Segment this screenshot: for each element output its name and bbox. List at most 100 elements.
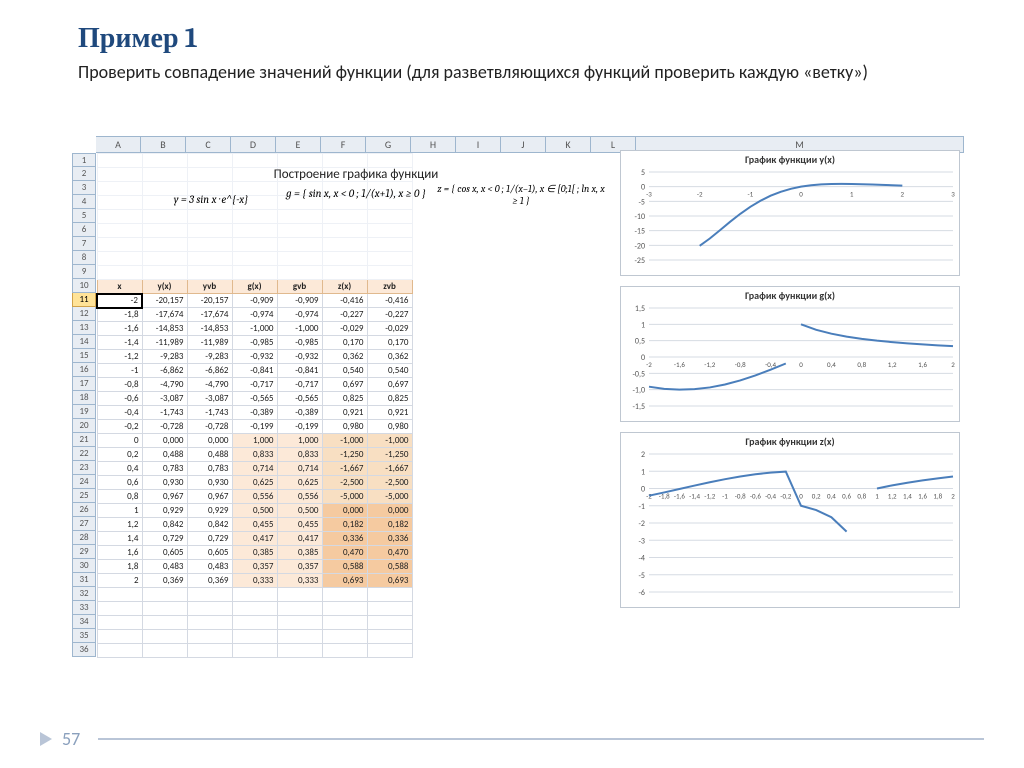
chart-z-panel[interactable]: График функции z(x) 210-1-2-3-4-5-6-2-1,… [620,432,960,608]
row-28[interactable]: 28 [72,531,96,545]
table-row[interactable]: -1,6-14,853-14,853-1,000-1,000-0,029-0,0… [97,322,412,336]
svg-text:1: 1 [641,467,645,477]
table-row[interactable]: -1-6,862-6,862-0,841-0,8410,5400,540 [97,364,412,378]
row-1[interactable]: 1 [72,153,96,167]
table-row[interactable]: -1,8-17,674-17,674-0,974-0,974-0,227-0,2… [97,308,412,322]
row-29[interactable]: 29 [72,545,96,559]
data-table[interactable]: xy(x)yvbg(x)gvbz(x)zvb-2-20,157-20,157-0… [96,153,413,658]
table-row[interactable]: -1,4-11,989-11,989-0,985-0,9850,1700,170 [97,336,412,350]
row-16[interactable]: 16 [72,363,96,377]
table-row[interactable]: -0,4-1,743-1,743-0,389-0,3890,9210,921 [97,406,412,420]
table-row[interactable]: -1,2-9,283-9,283-0,932-0,9320,3620,362 [97,350,412,364]
table-header[interactable]: zvb [367,280,412,294]
col-C[interactable]: C [186,136,231,153]
excel-screenshot: A B C D E F G H I J K L M 12345678910111… [72,136,964,708]
col-K[interactable]: K [546,136,591,153]
row-32[interactable]: 32 [72,587,96,601]
col-G[interactable]: G [366,136,411,153]
col-I[interactable]: I [456,136,501,153]
col-F[interactable]: F [321,136,366,153]
svg-text:-4: -4 [638,554,645,564]
row-22[interactable]: 22 [72,447,96,461]
table-row[interactable]: 0,20,4880,4880,8330,833-1,250-1,250 [97,448,412,462]
svg-text:0: 0 [641,485,645,495]
svg-text:-1,2: -1,2 [704,360,715,369]
table-row[interactable]: -0,8-4,790-4,790-0,717-0,7170,6970,697 [97,378,412,392]
table-row[interactable]: 10,9290,9290,5000,5000,0000,000 [97,504,412,518]
svg-text:-1,6: -1,6 [674,360,685,369]
row-18[interactable]: 18 [72,391,96,405]
table-row[interactable]: 1,20,8420,8420,4550,4550,1820,182 [97,518,412,532]
table-row[interactable]: -0,6-3,087-3,087-0,565-0,5650,8250,825 [97,392,412,406]
svg-text:-1: -1 [747,190,753,199]
svg-text:1: 1 [850,190,854,199]
row-3[interactable]: 3 [72,181,96,195]
table-row[interactable]: -0,2-0,728-0,728-0,199-0,1990,9800,980 [97,420,412,434]
svg-text:1,8: 1,8 [933,492,942,501]
row-23[interactable]: 23 [72,461,96,475]
table-row[interactable]: 1,40,7290,7290,4170,4170,3360,336 [97,532,412,546]
table-header[interactable]: y(x) [142,280,187,294]
row-17[interactable]: 17 [72,377,96,391]
col-B[interactable]: B [141,136,186,153]
svg-text:1,6: 1,6 [918,492,927,501]
row-11[interactable]: 11 [72,293,96,307]
row-14[interactable]: 14 [72,335,96,349]
row-6[interactable]: 6 [72,223,96,237]
svg-text:-5: -5 [638,197,645,207]
row-20[interactable]: 20 [72,419,96,433]
table-row[interactable]: 0,80,9670,9670,5560,556-5,000-5,000 [97,490,412,504]
row-5[interactable]: 5 [72,209,96,223]
row-27[interactable]: 27 [72,517,96,531]
row-4[interactable]: 4 [72,195,96,209]
chart-g: 1,510,50-0,5-1,0-1,5-2-1,6-1,2-0,8-0,400… [621,304,961,422]
chart-y-panel[interactable]: График функции y(x) 50-5-10-15-20-25-3-2… [620,150,960,276]
svg-text:0,5: 0,5 [635,337,645,347]
svg-text:1: 1 [641,320,645,330]
table-row[interactable]: 20,3690,3690,3330,3330,6930,693 [97,574,412,588]
formula-z: z = { cos x, x < 0 ; 1/(x−1), x ∈ [0;1[ … [436,183,606,207]
table-row[interactable]: 0,40,7830,7830,7140,714-1,667-1,667 [97,462,412,476]
svg-text:-0,8: -0,8 [735,492,746,501]
row-34[interactable]: 34 [72,615,96,629]
table-header[interactable]: g(x) [232,280,277,294]
row-26[interactable]: 26 [72,503,96,517]
row-12[interactable]: 12 [72,307,96,321]
col-D[interactable]: D [231,136,276,153]
row-21[interactable]: 21 [72,433,96,447]
table-row[interactable]: 0,60,9300,9300,6250,625-2,500-2,500 [97,476,412,490]
svg-text:-1,5: -1,5 [632,402,645,412]
row-15[interactable]: 15 [72,349,96,363]
table-row[interactable]: 1,60,6050,6050,3850,3850,4700,470 [97,546,412,560]
row-35[interactable]: 35 [72,629,96,643]
row-8[interactable]: 8 [72,251,96,265]
table-row[interactable]: 00,0000,0001,0001,000-1,000-1,000 [97,434,412,448]
table-row[interactable]: 1,80,4830,4830,3570,3570,5880,588 [97,560,412,574]
row-25[interactable]: 25 [72,489,96,503]
row-36[interactable]: 36 [72,643,96,657]
row-9[interactable]: 9 [72,265,96,279]
row-10[interactable]: 10 [72,279,96,293]
svg-text:2: 2 [641,450,645,460]
chart-g-panel[interactable]: График функции g(x) 1,510,50-0,5-1,0-1,5… [620,286,960,422]
row-2[interactable]: 2 [72,167,96,181]
table-row[interactable]: -2-20,157-20,157-0,909-0,909-0,416-0,416 [97,294,412,308]
svg-text:2: 2 [951,360,955,369]
table-header[interactable]: z(x) [322,280,367,294]
chart-g-title: График функции g(x) [621,287,959,304]
row-13[interactable]: 13 [72,321,96,335]
table-header[interactable]: gvb [277,280,322,294]
col-H[interactable]: H [411,136,456,153]
row-24[interactable]: 24 [72,475,96,489]
page-footer: 57 [0,728,1024,750]
table-header[interactable]: yvb [187,280,232,294]
row-19[interactable]: 19 [72,405,96,419]
col-J[interactable]: J [501,136,546,153]
col-E[interactable]: E [276,136,321,153]
row-33[interactable]: 33 [72,601,96,615]
row-7[interactable]: 7 [72,237,96,251]
row-30[interactable]: 30 [72,559,96,573]
table-header[interactable]: x [97,280,142,294]
col-A[interactable]: A [96,136,141,153]
row-31[interactable]: 31 [72,573,96,587]
